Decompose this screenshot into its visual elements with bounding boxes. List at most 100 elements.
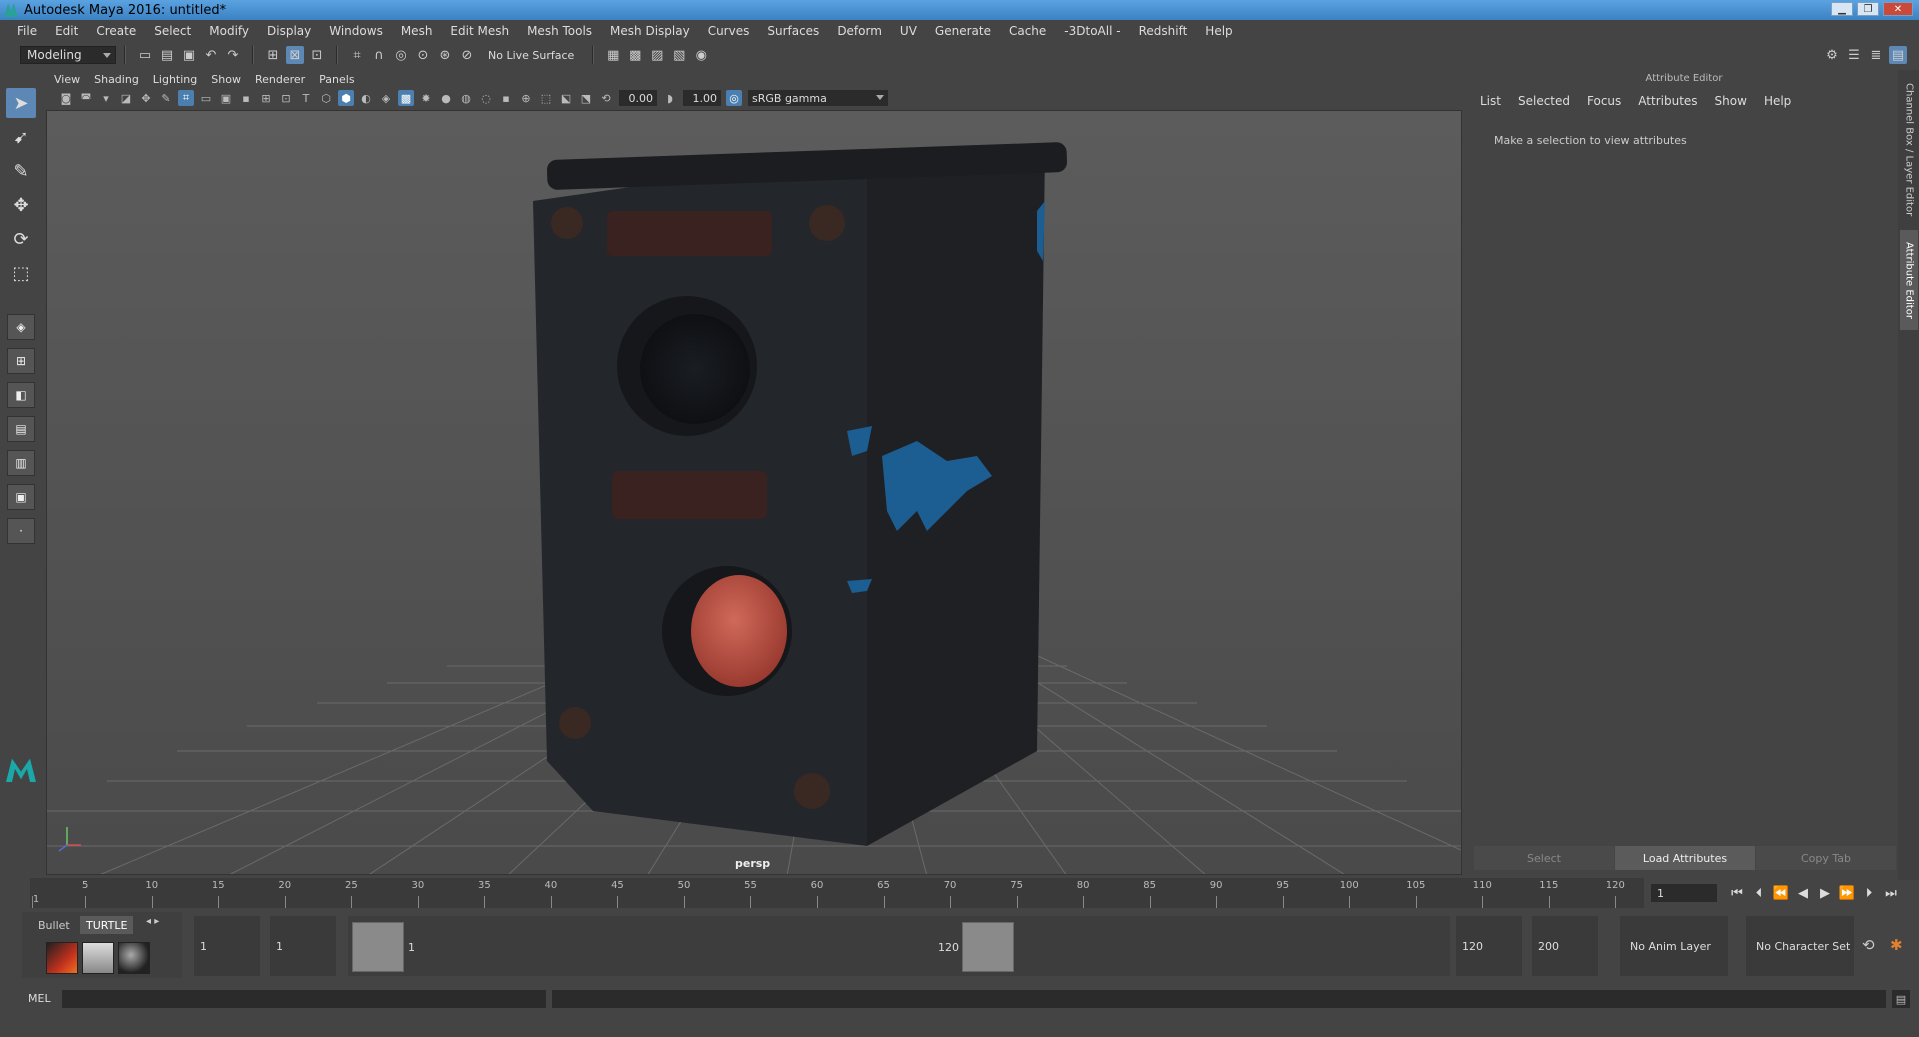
menu-help[interactable]: Help bbox=[1196, 24, 1241, 38]
menu-mesh-tools[interactable]: Mesh Tools bbox=[518, 24, 601, 38]
ae-menu-selected[interactable]: Selected bbox=[1518, 94, 1570, 108]
minimize-button[interactable]: ▁ bbox=[1831, 2, 1853, 16]
anim-layer-dropdown[interactable]: No Anim Layer bbox=[1620, 916, 1728, 976]
use-all-lights-icon[interactable]: ✸ bbox=[418, 90, 434, 106]
perspective-viewport[interactable]: persp bbox=[46, 110, 1462, 875]
menu-display[interactable]: Display bbox=[258, 24, 320, 38]
menu-edit[interactable]: Edit bbox=[46, 24, 87, 38]
copy-tab-button[interactable]: Copy Tab bbox=[1756, 846, 1896, 870]
menu-uv[interactable]: UV bbox=[891, 24, 926, 38]
anti-aliasing-icon[interactable]: ▪ bbox=[498, 90, 514, 106]
render-settings-icon[interactable]: ▧ bbox=[670, 46, 688, 64]
select-object-icon[interactable]: ⊠ bbox=[286, 46, 304, 64]
menu-mesh-display[interactable]: Mesh Display bbox=[601, 24, 699, 38]
turtle-sphere-icon[interactable] bbox=[118, 942, 150, 974]
xray-icon[interactable]: ⬚ bbox=[538, 90, 554, 106]
ae-menu-show[interactable]: Show bbox=[1715, 94, 1747, 108]
scale-tool-icon[interactable]: ⬚ bbox=[6, 258, 36, 288]
ipr-render-icon[interactable]: ▨ bbox=[648, 46, 666, 64]
ae-menu-focus[interactable]: Focus bbox=[1587, 94, 1621, 108]
menu-redshift[interactable]: Redshift bbox=[1130, 24, 1197, 38]
ae-select-button[interactable]: Select bbox=[1474, 846, 1614, 870]
load-attributes-button[interactable]: Load Attributes bbox=[1615, 846, 1755, 870]
step-back-key-icon[interactable]: ⏪ bbox=[1770, 882, 1792, 904]
time-slider[interactable]: 1 5 10 15 20 25 30 35 40 45 50 55 60 65 70 75 80 85 90 95 10… bbox=[30, 878, 1644, 908]
render-view-icon[interactable]: ▦ bbox=[604, 46, 622, 64]
field-chart-icon[interactable]: ⊞ bbox=[258, 90, 274, 106]
snap-surface-icon[interactable]: ⊛ bbox=[436, 46, 454, 64]
playback-start-field[interactable]: 1 bbox=[270, 916, 336, 976]
range-slider[interactable]: 1 120 bbox=[348, 916, 1450, 976]
turtle-bake-icon[interactable] bbox=[82, 942, 114, 974]
select-hierarchy-icon[interactable]: ⊞ bbox=[264, 46, 282, 64]
exposure-icon[interactable]: ⟲ bbox=[598, 90, 614, 106]
shelf-scroll-icon[interactable]: ◂ ▸ bbox=[146, 916, 159, 927]
lasso-tool-icon[interactable]: ➹ bbox=[6, 122, 36, 152]
menu-select[interactable]: Select bbox=[145, 24, 200, 38]
exposure-field[interactable]: 0.00 bbox=[619, 90, 657, 106]
attribute-editor-toggle-icon[interactable]: ☰ bbox=[1845, 46, 1863, 64]
menuset-dropdown[interactable]: Modeling bbox=[20, 46, 116, 64]
camera-attributes-icon[interactable]: ◚ bbox=[78, 90, 94, 106]
bookmark-icon[interactable]: ▾ bbox=[98, 90, 114, 106]
tool-settings-icon[interactable]: ≣ bbox=[1867, 46, 1885, 64]
step-forward-frame-icon[interactable]: ⏵ bbox=[1858, 882, 1880, 904]
rotate-tool-icon[interactable]: ⟳ bbox=[6, 224, 36, 254]
snap-view-icon[interactable]: ⊙ bbox=[414, 46, 432, 64]
go-to-end-icon[interactable]: ⏭ bbox=[1880, 882, 1902, 904]
range-end-handle[interactable] bbox=[962, 922, 1014, 972]
wireframe-icon[interactable]: ⬡ bbox=[318, 90, 334, 106]
modeling-toolkit-icon[interactable]: ⚙ bbox=[1823, 46, 1841, 64]
panel-menu-renderer[interactable]: Renderer bbox=[255, 73, 305, 86]
turtle-render-icon[interactable] bbox=[46, 942, 78, 974]
isolate-select-icon[interactable]: ⊕ bbox=[518, 90, 534, 106]
menu-generate[interactable]: Generate bbox=[926, 24, 1000, 38]
shelf-tab-turtle[interactable]: TURTLE bbox=[80, 916, 134, 934]
character-set-dropdown[interactable]: No Character Set bbox=[1746, 916, 1854, 976]
snap-grid-icon[interactable]: ⌗ bbox=[348, 46, 366, 64]
ae-menu-help[interactable]: Help bbox=[1764, 94, 1791, 108]
film-gate-icon[interactable]: ▭ bbox=[198, 90, 214, 106]
menu-file[interactable]: File bbox=[8, 24, 46, 38]
camera-select-icon[interactable]: ◙ bbox=[58, 90, 74, 106]
shelf-tab-bullet[interactable]: Bullet bbox=[32, 916, 76, 934]
menu-deform[interactable]: Deform bbox=[828, 24, 891, 38]
layout-more-icon[interactable]: · bbox=[7, 518, 35, 544]
safe-action-icon[interactable]: ⊡ bbox=[278, 90, 294, 106]
script-editor-icon[interactable]: ▤ bbox=[1892, 990, 1910, 1008]
redo-icon[interactable]: ↷ bbox=[224, 46, 242, 64]
grid-icon[interactable]: ⌗ bbox=[178, 90, 194, 106]
paint-select-tool-icon[interactable]: ✎ bbox=[6, 156, 36, 186]
save-scene-icon[interactable]: ▣ bbox=[180, 46, 198, 64]
grease-pencil-icon[interactable]: ✎ bbox=[158, 90, 174, 106]
step-forward-key-icon[interactable]: ⏩ bbox=[1836, 882, 1858, 904]
hypershade-icon[interactable]: ◉ bbox=[692, 46, 710, 64]
image-plane-icon[interactable]: ◪ bbox=[118, 90, 134, 106]
go-to-start-icon[interactable]: ⏮ bbox=[1726, 882, 1748, 904]
channel-box-toggle-icon[interactable]: ▤ bbox=[1889, 46, 1907, 64]
select-component-icon[interactable]: ⊡ bbox=[308, 46, 326, 64]
step-back-frame-icon[interactable]: ⏴ bbox=[1748, 882, 1770, 904]
panel-menu-panels[interactable]: Panels bbox=[319, 73, 354, 86]
live-surface-label[interactable]: No Live Surface bbox=[488, 49, 574, 62]
current-frame-field[interactable]: 1 bbox=[1651, 884, 1717, 902]
outliner-layout-icon[interactable]: ▤ bbox=[7, 416, 35, 442]
safe-title-icon[interactable]: T bbox=[298, 90, 314, 106]
menu-mesh[interactable]: Mesh bbox=[392, 24, 442, 38]
menu-edit-mesh[interactable]: Edit Mesh bbox=[441, 24, 518, 38]
four-pane-layout-icon[interactable]: ⊞ bbox=[7, 348, 35, 374]
view-transform-dropdown[interactable]: sRGB gamma bbox=[748, 90, 888, 106]
panel-menu-shading[interactable]: Shading bbox=[94, 73, 139, 86]
shadows-icon[interactable]: ● bbox=[438, 90, 454, 106]
animation-preferences-icon[interactable]: ✱ bbox=[1890, 936, 1903, 954]
graph-layout-icon[interactable]: ▥ bbox=[7, 450, 35, 476]
move-tool-icon[interactable]: ✥ bbox=[6, 190, 36, 220]
ae-menu-list[interactable]: List bbox=[1480, 94, 1501, 108]
start-time-field[interactable]: 1 bbox=[194, 916, 260, 976]
single-pane-layout-icon[interactable]: ◈ bbox=[7, 314, 35, 340]
render-frame-icon[interactable]: ▩ bbox=[626, 46, 644, 64]
new-scene-icon[interactable]: ▭ bbox=[136, 46, 154, 64]
maximize-button[interactable]: ❐ bbox=[1857, 2, 1879, 16]
play-forwards-icon[interactable]: ▶ bbox=[1814, 882, 1836, 904]
color-management-icon[interactable]: ◎ bbox=[726, 90, 742, 106]
